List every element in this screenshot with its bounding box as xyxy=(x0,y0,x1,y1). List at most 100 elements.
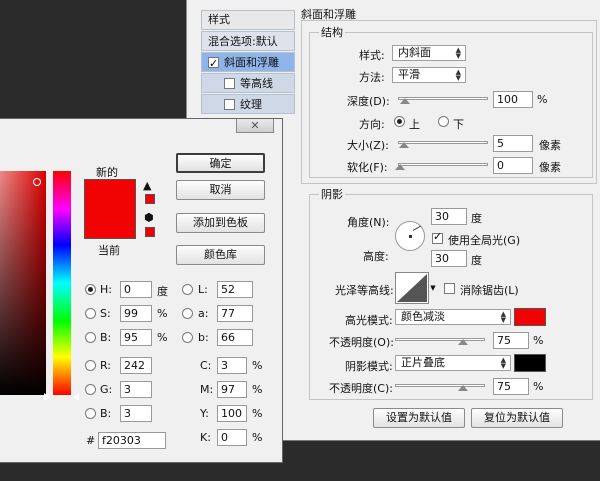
a-input[interactable]: 77 xyxy=(217,305,253,322)
direction-label: 方向: xyxy=(359,118,385,131)
sidebar-item-texture[interactable]: 纹理 xyxy=(201,94,295,114)
lab-b-radio[interactable] xyxy=(182,332,193,343)
depth-slider-thumb[interactable] xyxy=(400,98,410,104)
h-unit: 度 xyxy=(157,285,168,298)
style-label: 样式: xyxy=(359,49,385,62)
m-input[interactable]: 97 xyxy=(217,381,247,398)
texture-checkbox[interactable] xyxy=(224,99,235,110)
web-safe-color-swatch[interactable] xyxy=(145,227,155,237)
technique-label: 方法: xyxy=(359,71,385,84)
shadow-opacity-slider-thumb[interactable] xyxy=(458,385,468,391)
direction-up-radio[interactable] xyxy=(394,116,405,127)
soften-slider[interactable] xyxy=(398,163,488,166)
y-input[interactable]: 100 xyxy=(217,405,247,422)
shadow-opacity-input[interactable]: 75 xyxy=(493,378,529,395)
c-label: C: xyxy=(200,359,212,372)
gamut-color-swatch[interactable] xyxy=(145,194,155,204)
gloss-contour-dropdown-icon[interactable]: ▼ xyxy=(429,272,437,304)
reset-default-button[interactable]: 复位为默认值 xyxy=(471,408,563,428)
altitude-input[interactable]: 30 xyxy=(431,250,467,267)
highlight-color-swatch[interactable] xyxy=(514,308,546,326)
gloss-contour-preview[interactable] xyxy=(395,272,429,304)
depth-unit: % xyxy=(537,93,548,106)
ok-button[interactable]: 确定 xyxy=(176,153,265,173)
sidebar-item-blending-options[interactable]: 混合选项:默认 xyxy=(201,31,295,51)
c-unit: % xyxy=(252,359,263,372)
r-label: R: xyxy=(100,359,112,372)
hue-slider-right-arrow-icon[interactable] xyxy=(73,393,79,401)
shadow-mode-label: 阴影模式: xyxy=(345,360,393,373)
altitude-unit: 度 xyxy=(471,254,482,267)
current-color-swatch[interactable] xyxy=(84,209,136,239)
green-radio[interactable] xyxy=(85,384,96,395)
l-radio[interactable] xyxy=(182,284,193,295)
set-default-button[interactable]: 设置为默认值 xyxy=(373,408,465,428)
shadow-color-swatch[interactable] xyxy=(514,354,546,372)
depth-slider[interactable] xyxy=(398,97,488,100)
highlight-opacity-slider[interactable] xyxy=(395,338,485,341)
add-to-swatches-button[interactable]: 添加到色板 xyxy=(176,213,265,233)
shadow-opacity-slider[interactable] xyxy=(395,384,485,387)
k-input[interactable]: 0 xyxy=(217,429,247,446)
lab-b-input[interactable]: 66 xyxy=(217,329,253,346)
r-input[interactable]: 242 xyxy=(120,357,152,374)
highlight-opacity-slider-thumb[interactable] xyxy=(458,339,468,345)
size-unit: 像素 xyxy=(539,139,561,152)
red-radio[interactable] xyxy=(85,360,96,371)
new-color-label: 新的 xyxy=(96,166,118,179)
global-light-checkbox[interactable] xyxy=(432,230,443,244)
s-input[interactable]: 99 xyxy=(120,305,152,322)
a-radio[interactable] xyxy=(182,308,193,319)
structure-title: 结构 xyxy=(319,24,345,40)
style-select[interactable]: 内斜面 ▲ ▼ xyxy=(392,45,466,61)
m-unit: % xyxy=(252,383,263,396)
highlight-opacity-input[interactable]: 75 xyxy=(493,332,529,349)
saturation-brightness-field[interactable] xyxy=(0,171,46,395)
sidebar-item-bevel-emboss[interactable]: 斜面和浮雕 xyxy=(201,52,295,72)
saturation-radio[interactable] xyxy=(85,308,96,319)
shadow-opacity-unit: % xyxy=(533,380,544,393)
select-arrows-icon: ▲ ▼ xyxy=(455,68,461,82)
soften-slider-thumb[interactable] xyxy=(395,164,405,170)
soften-input[interactable]: 0 xyxy=(493,157,533,174)
shadow-mode-select[interactable]: 正片叠底 ▲ ▼ xyxy=(395,355,511,371)
antialias-checkbox[interactable] xyxy=(444,283,455,294)
close-icon[interactable]: ✕ xyxy=(236,119,274,133)
depth-input[interactable]: 100 xyxy=(493,91,533,108)
h-input[interactable]: 0 xyxy=(120,281,152,298)
hsb-b-input[interactable]: 95 xyxy=(120,329,152,346)
lab-b-label: b: xyxy=(198,331,209,344)
l-input[interactable]: 52 xyxy=(217,281,253,298)
hex-input[interactable]: f20303 xyxy=(98,432,166,449)
y-unit: % xyxy=(252,407,263,420)
hue-radio[interactable] xyxy=(85,284,96,295)
antialias-label: 消除锯齿(L) xyxy=(460,284,519,297)
c-input[interactable]: 3 xyxy=(217,357,247,374)
brightness-radio[interactable] xyxy=(85,332,96,343)
cancel-button[interactable]: 取消 xyxy=(176,180,265,200)
out-of-gamut-warning-icon: ▲ xyxy=(143,179,152,192)
size-slider[interactable] xyxy=(398,141,488,144)
size-slider-thumb[interactable] xyxy=(399,142,409,148)
blue-radio[interactable] xyxy=(85,408,96,419)
angle-dial[interactable] xyxy=(395,221,425,251)
sidebar-item-contour[interactable]: 等高线 xyxy=(201,73,295,93)
angle-input[interactable]: 30 xyxy=(431,208,467,225)
hue-slider[interactable] xyxy=(53,171,71,395)
highlight-mode-select[interactable]: 颜色减淡 ▲ ▼ xyxy=(395,309,511,325)
color-field-cursor[interactable] xyxy=(33,178,41,186)
direction-down-radio[interactable] xyxy=(438,116,449,127)
current-color-label: 当前 xyxy=(98,244,120,257)
size-input[interactable]: 5 xyxy=(493,135,533,152)
contour-checkbox[interactable] xyxy=(224,78,235,89)
soften-label: 软化(F): xyxy=(347,161,388,174)
technique-select[interactable]: 平滑 ▲ ▼ xyxy=(392,67,466,83)
g-input[interactable]: 3 xyxy=(120,381,152,398)
bevel-emboss-checkbox[interactable] xyxy=(208,54,219,71)
s-unit: % xyxy=(157,307,168,320)
hue-slider-left-arrow-icon[interactable] xyxy=(44,393,50,401)
rgb-b-input[interactable]: 3 xyxy=(120,405,152,422)
highlight-opacity-unit: % xyxy=(533,334,544,347)
color-libraries-button[interactable]: 颜色库 xyxy=(176,245,265,265)
size-label: 大小(Z): xyxy=(347,139,389,152)
